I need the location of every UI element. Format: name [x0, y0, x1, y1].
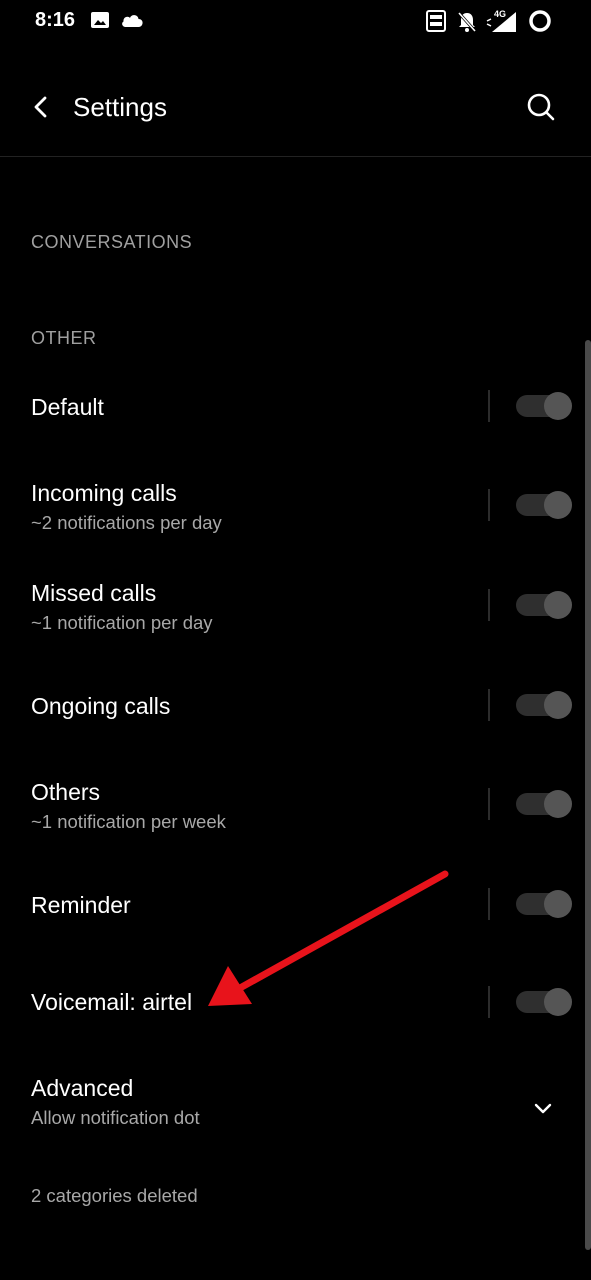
channel-title: Ongoing calls — [31, 693, 171, 719]
app-bar: Settings — [0, 60, 591, 157]
cloud-icon — [120, 12, 144, 33]
channel-toggle-reminder[interactable] — [516, 890, 572, 918]
channel-row-incoming-calls[interactable]: Incoming calls ~2 notifications per day — [0, 460, 580, 552]
row-divider — [488, 986, 490, 1018]
channel-row-reminder[interactable]: Reminder — [0, 866, 580, 940]
categories-deleted-note: 2 categories deleted — [31, 1185, 198, 1206]
row-divider — [488, 888, 490, 920]
network-label: 4G — [494, 9, 506, 19]
channel-subtitle: ~1 notification per week — [31, 811, 226, 832]
row-divider — [488, 390, 490, 422]
chevron-down-icon[interactable] — [530, 1096, 556, 1122]
search-icon — [527, 93, 555, 121]
channel-title: Missed calls — [31, 580, 157, 606]
channel-row-voicemail[interactable]: Voicemail: airtel — [0, 964, 580, 1038]
advanced-row[interactable]: Advanced Allow notification dot — [0, 1058, 580, 1150]
advanced-title: Advanced — [31, 1075, 134, 1101]
status-bar: 8:16 4G — [0, 0, 591, 44]
scrollbar[interactable] — [585, 340, 591, 1250]
channel-title: Default — [31, 394, 104, 420]
status-time: 8:16 — [35, 9, 76, 31]
channel-toggle-voicemail[interactable] — [516, 988, 572, 1016]
gallery-icon — [90, 10, 110, 35]
channel-row-missed-calls[interactable]: Missed calls ~1 notification per day — [0, 560, 580, 652]
channel-title: Reminder — [31, 892, 131, 918]
channel-toggle-default[interactable] — [516, 392, 572, 420]
channel-row-default[interactable]: Default — [0, 370, 580, 444]
signal-4g-icon: 4G — [486, 8, 520, 39]
channel-title: Incoming calls — [31, 480, 177, 506]
section-header-conversations: CONVERSATIONS — [31, 232, 193, 252]
page-title: Settings — [73, 92, 167, 122]
channel-toggle-others[interactable] — [516, 790, 572, 818]
channel-toggle-missed-calls[interactable] — [516, 591, 572, 619]
channel-subtitle: ~1 notification per day — [31, 612, 213, 633]
row-divider — [488, 689, 490, 721]
battery-ring-icon — [528, 9, 552, 38]
section-header-other: OTHER — [31, 328, 97, 348]
channel-title: Others — [31, 779, 101, 805]
channel-toggle-ongoing-calls[interactable] — [516, 691, 572, 719]
search-button[interactable] — [522, 88, 560, 126]
channel-subtitle: ~2 notifications per day — [31, 512, 222, 533]
channel-title: Voicemail: airtel — [31, 989, 193, 1015]
channel-toggle-incoming-calls[interactable] — [516, 491, 572, 519]
notification-settings-screen: 8:16 4G Settings CONVERSATIONS OTHER Def… — [0, 0, 591, 1280]
channel-row-others[interactable]: Others ~1 notification per week — [0, 758, 580, 850]
row-divider — [488, 788, 490, 820]
channel-row-ongoing-calls[interactable]: Ongoing calls — [0, 668, 580, 742]
row-divider — [488, 489, 490, 521]
row-divider — [488, 589, 490, 621]
back-arrow-icon — [34, 96, 47, 118]
back-button[interactable] — [24, 90, 58, 124]
advanced-subtitle: Allow notification dot — [31, 1107, 200, 1128]
bell-off-icon — [457, 11, 477, 38]
volte-icon — [426, 10, 446, 37]
